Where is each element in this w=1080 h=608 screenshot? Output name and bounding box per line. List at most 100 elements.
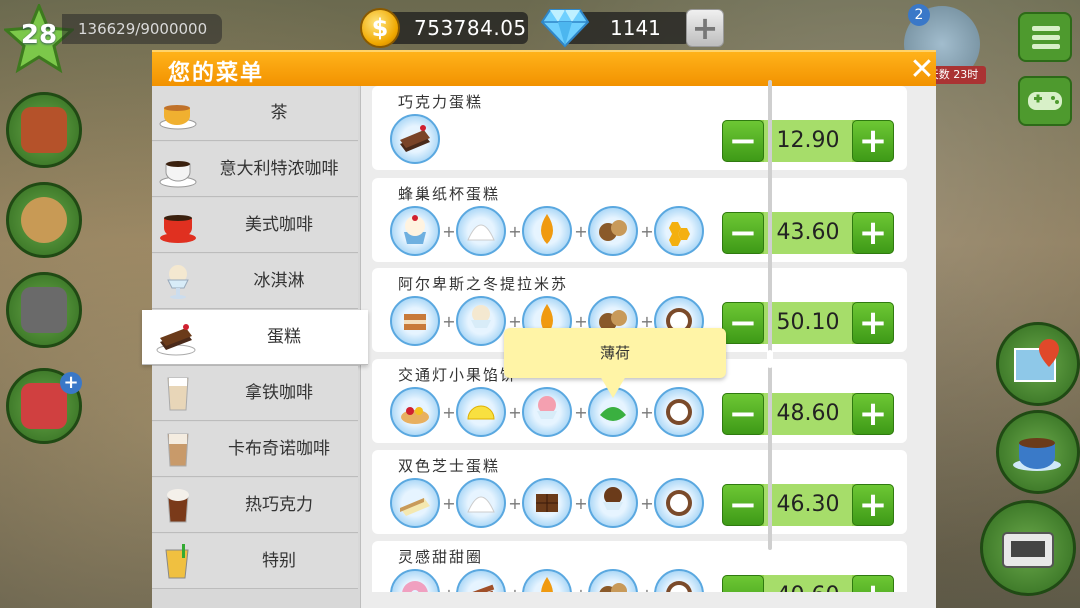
ingredient-coconut[interactable] (654, 478, 704, 528)
increase-price-button[interactable]: + (852, 484, 894, 526)
category-cappuccino[interactable]: 卡布奇诺咖啡 (152, 422, 358, 477)
ingredient-cupcake[interactable] (390, 206, 440, 256)
chocolate-cake-icon (400, 125, 430, 152)
category-americano[interactable]: 美式咖啡 (152, 198, 358, 253)
ingredient-plus: + (442, 312, 456, 331)
price-value: 48.60 (764, 393, 852, 435)
increase-price-button[interactable]: + (852, 212, 894, 254)
increase-price-button[interactable]: + (852, 575, 894, 592)
coconut-icon (666, 399, 692, 425)
chocolate-ice-cream-icon (603, 487, 623, 510)
category-sidebar: 茶 意大利特浓咖啡 美式咖啡 冰淇淋 蛋糕 拿铁咖啡 卡布奇诺咖啡 热巧克力 特… (142, 86, 368, 608)
category-label: 蛋糕 (267, 327, 301, 347)
ingredient-hazelnut[interactable] (588, 569, 638, 592)
ingredient-syrup[interactable] (522, 569, 572, 592)
cash-register-button[interactable] (980, 500, 1076, 596)
scrollbar-thumb[interactable] (767, 350, 773, 368)
ingredient-plus: + (508, 403, 522, 422)
recipe-name: 双色芝士蛋糕 (398, 457, 501, 475)
decrease-price-button[interactable]: − (722, 212, 764, 254)
cheesecake-icon (400, 498, 430, 516)
ingredient-plus: + (574, 403, 588, 422)
ingredient-cheesecake[interactable] (390, 478, 440, 528)
recipe-name: 蜂巢纸杯蛋糕 (398, 185, 501, 203)
increase-price-button[interactable]: + (852, 302, 894, 344)
ingredient-plus: + (442, 403, 456, 422)
syrup-drop-icon (541, 214, 553, 244)
ice-cream-icon (167, 265, 189, 299)
flour-sack-icon (21, 197, 67, 243)
recipe-card: 巧克力蛋糕 − 12.90 + (372, 86, 907, 170)
ingredient-coconut[interactable] (654, 387, 704, 437)
category-special[interactable]: 特别 (152, 534, 358, 589)
category-tea[interactable]: 茶 (152, 86, 358, 141)
xp-progress: 136629/9000000 (62, 14, 222, 44)
price-control: − 40.60 + (722, 575, 894, 592)
category-latte[interactable]: 拿铁咖啡 (152, 366, 358, 421)
decrease-price-button[interactable]: − (722, 302, 764, 344)
decrease-price-button[interactable]: − (722, 575, 764, 592)
phone-icon (21, 287, 67, 333)
gamepad-button[interactable] (1018, 76, 1072, 126)
ingredient-honeycomb[interactable] (654, 206, 704, 256)
ingredient-syrup[interactable] (522, 206, 572, 256)
recipe-card: 双色芝士蛋糕 + + + + − 46.30 + (372, 450, 907, 534)
recipe-card: 蜂巢纸杯蛋糕 + + + + − 43.60 + (372, 178, 907, 262)
ingredient-plus: + (640, 494, 654, 513)
ingredient-chocolate-bar[interactable] (522, 478, 572, 528)
recipe-book-button[interactable] (6, 92, 82, 168)
ingredient-plus: + (640, 222, 654, 241)
ingredient-strawberry-ice-cream[interactable] (522, 387, 572, 437)
ingredient-chocolate-ice-cream[interactable] (588, 478, 638, 528)
ingredient-tooltip: 薄荷 (504, 328, 726, 378)
decrease-price-button[interactable]: − (722, 120, 764, 162)
coin-amount: 753784.05 (414, 16, 527, 40)
price-value: 43.60 (764, 212, 852, 254)
recipe-name: 交通灯小果馅饼 (398, 366, 518, 384)
ingredient-fruit-tart[interactable] (390, 387, 440, 437)
ingredient-cinnamon[interactable] (456, 569, 506, 592)
ingredient-ice-cream-sundae[interactable] (456, 296, 506, 346)
tooltip-pointer (600, 376, 626, 398)
recipe-name: 灵感甜甜圈 (398, 548, 484, 566)
pantry-button[interactable] (6, 182, 82, 258)
cafe-cup-button[interactable] (996, 410, 1080, 494)
recipe-name: 阿尔卑斯之冬提拉米苏 (398, 275, 569, 293)
category-espresso[interactable]: 意大利特浓咖啡 (152, 142, 358, 197)
category-ice-cream[interactable]: 冰淇淋 (152, 254, 358, 309)
coin-icon: $ (360, 8, 400, 48)
increase-price-button[interactable]: + (852, 393, 894, 435)
increase-price-button[interactable]: + (852, 120, 894, 162)
phone-button[interactable] (6, 272, 82, 348)
tiramisu-icon (404, 314, 426, 330)
ingredient-hazelnut[interactable] (588, 206, 638, 256)
recipe-card: 灵感甜甜圈 + + + + − 40.60 + (372, 541, 907, 592)
ingredient-chocolate-cake[interactable] (390, 114, 440, 164)
ingredient-lemon[interactable] (456, 387, 506, 437)
ingredient-plus: + (442, 585, 456, 592)
main-menu-button[interactable] (1018, 12, 1072, 62)
honeycomb-icon (669, 222, 690, 246)
ingredient-plus: + (640, 403, 654, 422)
decrease-price-button[interactable]: − (722, 484, 764, 526)
map-button[interactable] (996, 322, 1080, 406)
recipe-scrollbar[interactable] (768, 80, 772, 550)
recipe-book-icon (21, 107, 67, 153)
hot-chocolate-icon (167, 489, 189, 523)
ingredient-donut[interactable] (390, 569, 440, 592)
ingredient-tiramisu[interactable] (390, 296, 440, 346)
ingredient-whipped-cream[interactable] (456, 206, 506, 256)
category-cake[interactable]: 蛋糕 (142, 310, 368, 365)
cupcake-icon (404, 215, 426, 244)
donut-icon (402, 581, 428, 592)
add-gems-button[interactable]: + (686, 9, 724, 47)
ingredient-whipped-cream[interactable] (456, 478, 506, 528)
ingredient-plus: + (508, 585, 522, 592)
category-hot-chocolate[interactable]: 热巧克力 (152, 478, 358, 533)
ingredient-plus: + (442, 222, 456, 241)
close-button[interactable]: ✕ (908, 55, 936, 85)
decrease-price-button[interactable]: − (722, 393, 764, 435)
diamond-icon (540, 9, 590, 48)
ingredient-coconut[interactable] (654, 569, 704, 592)
coconut-icon (666, 490, 692, 516)
